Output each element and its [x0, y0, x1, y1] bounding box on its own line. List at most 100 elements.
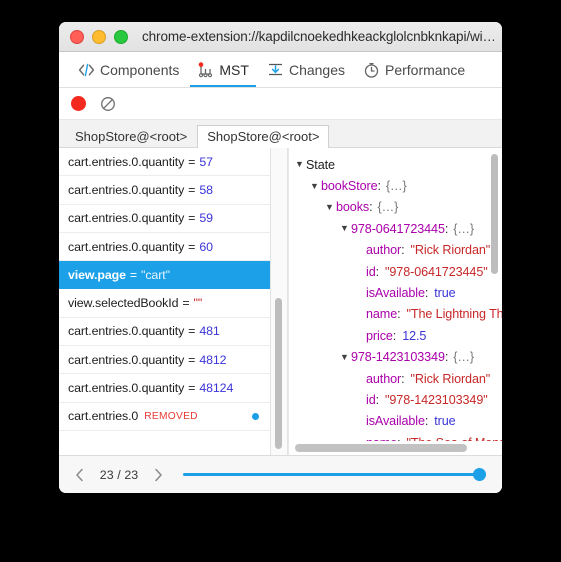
log-row-path: cart.entries.0.quantity — [68, 239, 185, 254]
tree-node-key: 978-0641723445 — [351, 221, 445, 236]
tree-node-key: id — [366, 264, 376, 279]
log-scrollbar-thumb[interactable] — [275, 298, 282, 449]
minimize-icon[interactable] — [92, 29, 106, 44]
window-titlebar: chrome-extension://kapdilcnoekedhkeackgl… — [59, 22, 502, 52]
tree-node[interactable]: name: "The Lightning Th — [295, 304, 502, 325]
tree-node-separator: : — [375, 392, 380, 407]
tree-node[interactable]: ▼ 978-1423103349: {…} — [295, 347, 502, 368]
tree-node[interactable]: price:12.5 — [295, 325, 502, 346]
tree-node-value: "978-0641723445" — [385, 264, 488, 279]
mutation-log-list[interactable]: cart.entries.0.quantity = 57 cart.entries.0… — [59, 148, 271, 455]
log-row-equals: = — [188, 324, 196, 339]
main-tabbar: Components MST Changes Performance — [59, 52, 502, 88]
tree-node[interactable]: id: "978-1423103349" — [295, 389, 502, 410]
tree-node[interactable]: ▼ bookStore: {…} — [295, 175, 502, 196]
clear-icon[interactable] — [100, 96, 116, 112]
tree-node-value: "The Lightning Th — [406, 307, 502, 322]
tab-mst-label: MST — [219, 61, 249, 78]
caret-down-icon[interactable]: ▼ — [310, 181, 321, 191]
tree-vscrollbar-thumb[interactable] — [491, 154, 498, 274]
zoom-icon[interactable] — [114, 29, 128, 44]
tree-node-separator: : — [369, 200, 373, 215]
tab-performance-label: Performance — [385, 61, 466, 78]
tree-node-key: author — [366, 243, 402, 258]
state-tree-pane: ▼ State ▼ bookStore: {…} ▼ books: {…} ▼ 978-06417… — [288, 148, 502, 455]
tree-node-separator: : — [401, 243, 405, 258]
log-row[interactable]: cart.entries.0.quantity = 60 — [59, 233, 270, 262]
tree-node[interactable]: author: "Rick Riordan" — [295, 368, 502, 389]
caret-down-icon[interactable]: ▼ — [340, 352, 351, 362]
state-tree[interactable]: ▼ State ▼ bookStore: {…} ▼ books: {…} ▼ 978-06417… — [289, 152, 502, 441]
log-row[interactable]: cart.entries.0.quantity = 58 — [59, 176, 270, 205]
log-row-path: cart.entries.0.quantity — [68, 154, 185, 169]
tab-mst[interactable]: MST — [188, 52, 258, 87]
tree-node-key: name — [366, 307, 398, 322]
tree-node-value: "978-1423103349" — [385, 392, 488, 407]
step-counter: 23 / 23 — [99, 467, 139, 482]
caret-down-icon[interactable]: ▼ — [340, 224, 351, 233]
tree-node-value: true — [434, 286, 456, 301]
caret-down-icon[interactable]: ▼ — [295, 160, 306, 169]
tree-node[interactable]: name:"The Sea of Mons — [295, 432, 502, 441]
log-row[interactable]: cart.entries.0 REMOVED — [59, 403, 270, 431]
tree-node-separator: : — [375, 264, 380, 279]
log-row-value: 58 — [199, 182, 213, 197]
log-row[interactable]: cart.entries.0.quantity = 481 — [59, 318, 270, 347]
timeline-slider[interactable] — [183, 466, 486, 484]
log-row-equals: = — [129, 267, 138, 282]
tab-changes[interactable]: Changes — [258, 52, 354, 87]
tree-hscrollbar[interactable] — [289, 441, 502, 455]
log-row[interactable]: cart.entries.0.quantity = 4812 — [59, 346, 270, 375]
log-row-indicator-dot — [252, 412, 259, 420]
tree-node-value: 12.5 — [402, 328, 427, 343]
tab-components[interactable]: Components — [69, 52, 188, 87]
record-icon[interactable] — [71, 96, 86, 111]
log-scrollbar[interactable] — [271, 148, 288, 455]
tree-node-value: {…} — [377, 200, 399, 215]
window-title: chrome-extension://kapdilcnoekedhkeackgl… — [142, 29, 494, 44]
timeline-slider-knob[interactable] — [473, 468, 486, 481]
close-icon[interactable] — [70, 29, 84, 44]
caret-down-icon[interactable]: ▼ — [325, 202, 336, 212]
tree-node-separator: : — [392, 328, 397, 343]
log-row-path: cart.entries.0.quantity — [68, 352, 185, 367]
tree-node[interactable]: isAvailable: true — [295, 282, 502, 303]
log-row[interactable]: view.page = "cart" — [59, 261, 270, 290]
tree-node-value: "Rick Riordan" — [410, 243, 491, 258]
tree-node[interactable]: ▼ books: {…} — [295, 197, 502, 218]
tree-node[interactable]: author: "Rick Riordan" — [295, 240, 502, 261]
log-row[interactable]: cart.entries.0.quantity = 59 — [59, 205, 270, 233]
traffic-lights — [70, 29, 128, 44]
tree-node-key: isAvailable — [366, 414, 425, 429]
next-step-button[interactable] — [149, 466, 167, 484]
prev-step-button[interactable] — [71, 466, 89, 484]
log-row-value: 4812 — [199, 352, 227, 367]
log-row-path: view.page — [68, 267, 126, 282]
tab-performance[interactable]: Performance — [354, 52, 474, 87]
timeline-slider-track — [183, 473, 486, 476]
log-row-equals: = — [188, 182, 196, 197]
tree-node-key: isAvailable — [366, 286, 425, 301]
tree-node-separator: : — [444, 350, 449, 365]
store-tab-2[interactable]: ShopStore@<root> — [197, 125, 330, 148]
tree-node-value: {…} — [453, 350, 474, 365]
log-row-equals: = — [188, 239, 196, 254]
tree-node[interactable]: ▼ State — [295, 154, 502, 175]
tree-hscrollbar-thumb[interactable] — [295, 444, 467, 452]
store-tab-1[interactable]: ShopStore@<root> — [65, 125, 197, 148]
tree-node[interactable]: id: "978-0641723445" — [295, 261, 502, 282]
changes-icon — [267, 61, 284, 78]
tree-node-key: bookStore — [321, 179, 378, 194]
tree-node[interactable]: isAvailable: true — [295, 411, 502, 432]
log-row[interactable]: cart.entries.0.quantity = 57 — [59, 148, 270, 177]
log-row[interactable]: cart.entries.0.quantity = 48124 — [59, 374, 270, 403]
code-brackets-icon — [78, 61, 95, 78]
tree-node-separator: : — [424, 414, 429, 429]
tree-node[interactable]: ▼ 978-0641723445: {…} — [295, 218, 502, 239]
log-row-equals: = — [188, 381, 196, 396]
tree-node-separator: : — [401, 371, 405, 386]
devtools-window: chrome-extension://kapdilcnoekedhkeackgl… — [59, 22, 502, 493]
log-row-path: view.selectedBookId — [68, 296, 179, 311]
log-row[interactable]: view.selectedBookId = "" — [59, 289, 270, 318]
state-tree-icon — [197, 61, 214, 78]
